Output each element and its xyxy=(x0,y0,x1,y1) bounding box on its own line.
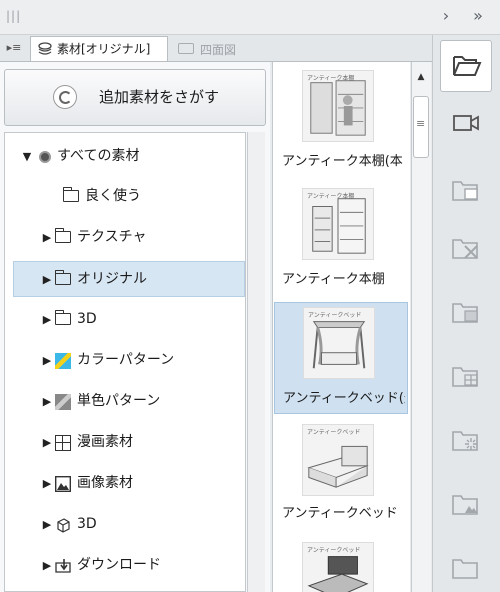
scrollbar-thumb[interactable] xyxy=(413,96,429,158)
expand-right-icon[interactable]: ▶ xyxy=(41,231,53,244)
tree-item-manga-material[interactable]: ▶ 漫画素材 xyxy=(13,425,245,461)
layers-icon xyxy=(38,42,52,55)
tab-label: 素材[オリジナル] xyxy=(57,42,151,56)
tree-item-3d[interactable]: ▶ 3D xyxy=(13,302,245,338)
camera-icon xyxy=(453,115,479,131)
double-chevron-right-icon[interactable]: » xyxy=(466,6,490,26)
folder-image-icon xyxy=(452,181,478,201)
expand-right-icon[interactable]: ▶ xyxy=(41,395,53,408)
clipstudio-assets-icon xyxy=(53,85,77,109)
tab-label: 四面図 xyxy=(200,43,237,57)
material-thumbnail: アンティーク本棚 xyxy=(302,70,374,142)
tree-item-frequently-used[interactable]: 良く使う xyxy=(13,179,245,215)
material-label: アンティークベッド(天 xyxy=(283,391,405,406)
mono-pattern-icon xyxy=(55,394,71,410)
open-folder-button[interactable] xyxy=(440,40,492,92)
color-pattern-icon xyxy=(55,353,71,369)
tree-item-texture[interactable]: ▶ テクスチャ xyxy=(13,220,245,256)
tree-item-3d-models[interactable]: ▶ 3D xyxy=(13,507,245,543)
material-item[interactable]: アンティークベッド xyxy=(274,538,408,592)
expand-down-icon[interactable]: ▼ xyxy=(21,150,33,163)
folder-delete-icon xyxy=(452,239,478,259)
expand-right-icon[interactable]: ▶ xyxy=(41,518,53,531)
folder-grid-button[interactable] xyxy=(440,350,492,402)
expand-right-icon[interactable]: ▶ xyxy=(41,436,53,449)
tree-scrollbar[interactable] xyxy=(247,132,265,592)
open-folder-icon xyxy=(453,56,482,76)
camera-view-button[interactable] xyxy=(440,98,492,150)
find-more-materials-label: 追加素材をさがす xyxy=(99,88,220,106)
expand-right-icon[interactable]: ▶ xyxy=(41,559,53,572)
chevron-right-icon[interactable]: › xyxy=(436,6,456,26)
all-materials-icon xyxy=(39,151,51,163)
drag-grip-icon[interactable]: ||| xyxy=(6,9,21,23)
camera-icon xyxy=(178,43,194,54)
material-item[interactable]: アンティークベッド アンティークベッド xyxy=(274,420,408,532)
material-tree: ▼ すべての素材 良く使う ▶ テクスチャ ▶ オリジナル ▶ 3D ▶ カラー… xyxy=(4,132,246,592)
folder-mountain-icon xyxy=(452,495,478,515)
tree-item-color-pattern[interactable]: ▶ カラーパターン xyxy=(13,343,245,379)
expand-right-icon[interactable]: ▶ xyxy=(41,313,53,326)
folder-grid-icon xyxy=(452,367,478,387)
cube-icon xyxy=(57,518,70,533)
folder-burst-button[interactable] xyxy=(440,414,492,466)
material-label: アンティークベッド xyxy=(282,506,398,521)
material-label: アンティーク本棚 xyxy=(282,272,385,287)
expand-right-icon[interactable]: ▶ xyxy=(41,273,53,286)
folder-more-button[interactable] xyxy=(440,542,492,592)
folder-image-button[interactable] xyxy=(440,164,492,216)
folder-burst-icon xyxy=(452,431,478,451)
folder-icon xyxy=(62,187,79,202)
image-material-icon xyxy=(55,476,71,492)
material-item[interactable]: アンティークベッド アンティークベッド(天 xyxy=(274,302,408,414)
tree-item-original[interactable]: ▶ オリジナル xyxy=(13,261,245,297)
material-thumbnail: アンティークベッド xyxy=(302,542,374,592)
manga-material-icon xyxy=(55,435,71,451)
tree-item-all-materials[interactable]: ▼ すべての素材 xyxy=(13,139,245,175)
folder-mountain-button[interactable] xyxy=(440,478,492,530)
tree-item-mono-pattern[interactable]: ▶ 単色パターン xyxy=(13,384,245,420)
folder-icon xyxy=(452,559,478,579)
material-item[interactable]: アンティーク本棚 アンティーク本棚 xyxy=(274,184,408,296)
menu-list-icon[interactable]: ▸≡ xyxy=(4,39,24,57)
material-thumbnail: アンティークベッド xyxy=(303,307,375,379)
tab-materials-original[interactable]: 素材[オリジナル] xyxy=(30,36,168,61)
folder-icon xyxy=(54,270,71,285)
title-bar xyxy=(0,0,500,35)
expand-right-icon[interactable]: ▶ xyxy=(41,477,53,490)
scroll-up-arrow-icon[interactable]: ▲ xyxy=(414,70,428,84)
folder-icon xyxy=(54,310,71,325)
folder-pattern-button[interactable] xyxy=(440,286,492,338)
folder-icon xyxy=(54,228,71,243)
tab-four-view[interactable]: 四面図 xyxy=(172,38,268,60)
material-thumbnail: アンティーク本棚 xyxy=(302,188,374,260)
expand-right-icon[interactable]: ▶ xyxy=(41,354,53,367)
material-thumbnail: アンティークベッド xyxy=(302,424,374,496)
tree-item-image-material[interactable]: ▶ 画像素材 xyxy=(13,466,245,502)
folder-pattern-icon xyxy=(452,303,478,323)
find-more-materials-button[interactable]: 追加素材をさがす xyxy=(4,69,266,126)
material-item[interactable]: アンティーク本棚 アンティーク本棚(本 xyxy=(274,66,408,178)
tree-item-download[interactable]: ▶ ダウンロード xyxy=(13,548,245,584)
material-label: アンティーク本棚(本 xyxy=(282,154,403,169)
download-folder-icon xyxy=(55,559,71,573)
folder-delete-button[interactable] xyxy=(440,222,492,274)
